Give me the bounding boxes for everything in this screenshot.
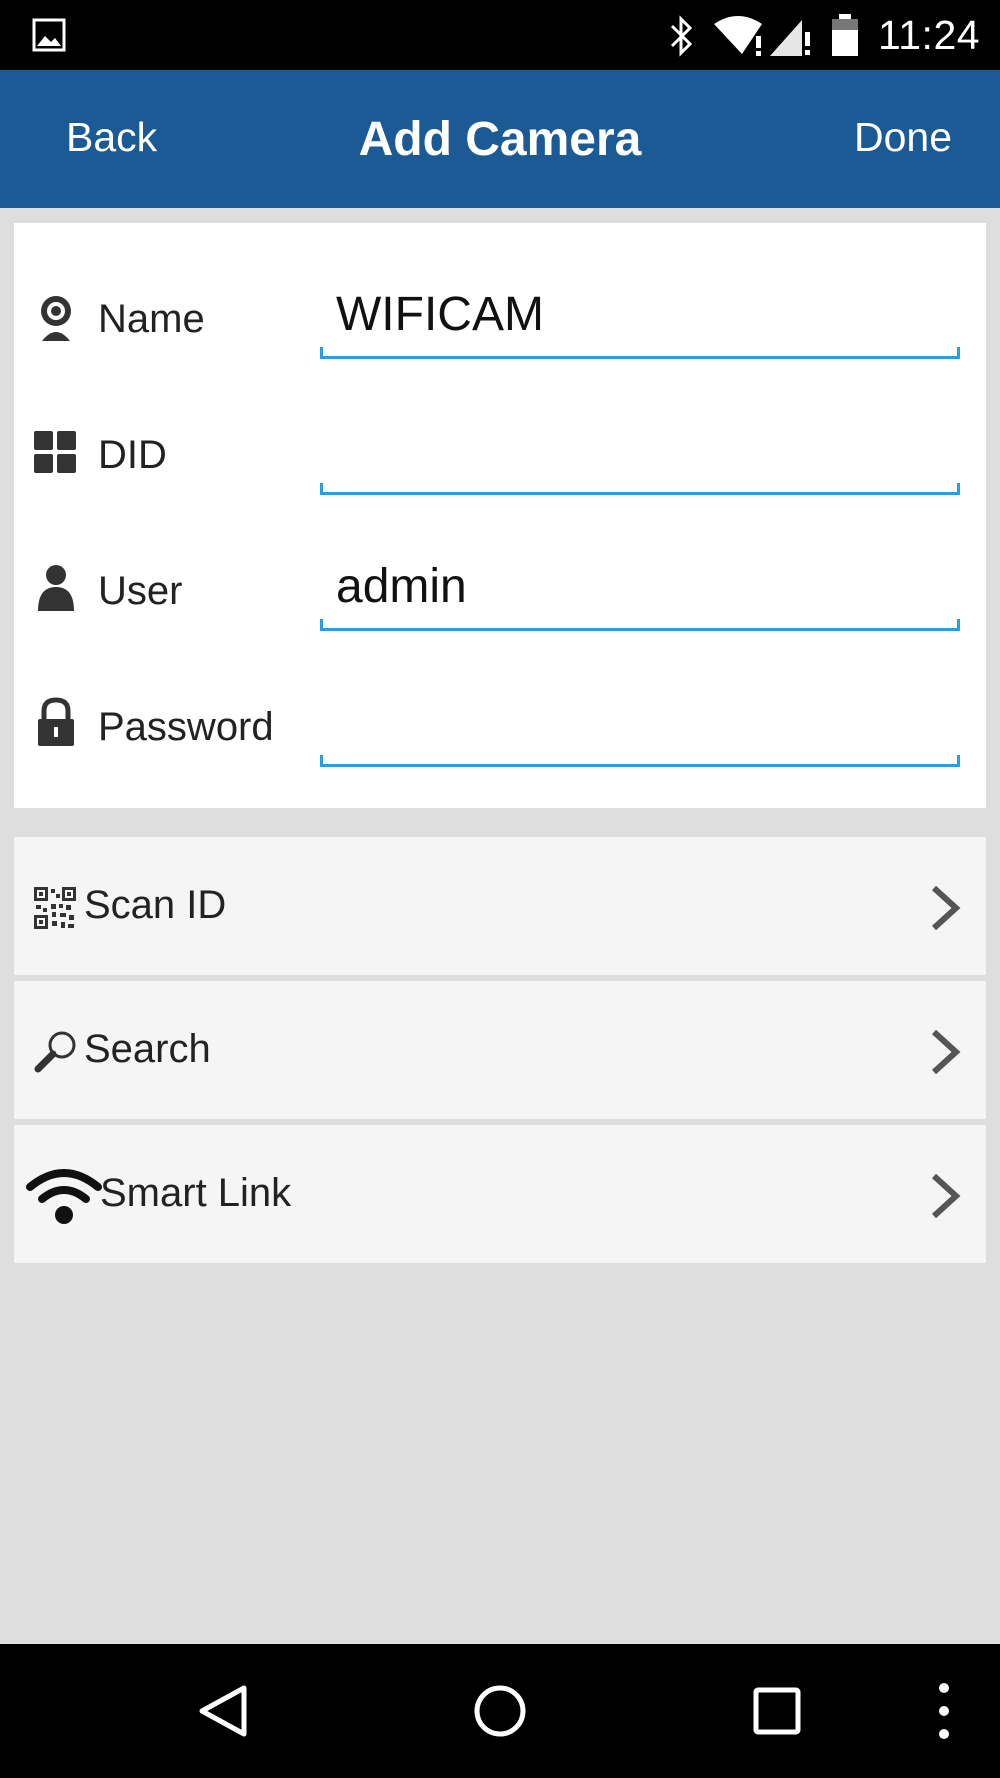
form-row-name: Name WIFICAM [14,223,986,359]
name-field-value: WIFICAM [336,288,544,341]
did-label: DID [98,433,167,477]
qr-code-icon [34,887,76,929]
chevron-right-icon [931,1173,961,1219]
cell-signal-alert-icon [770,20,810,56]
app-header: Back Add Camera Done [0,70,1000,208]
wifi-alert-icon [714,16,762,56]
form-row-user: User admin [14,495,986,631]
scan-id-button[interactable]: Scan ID [14,837,986,975]
gallery-icon [32,18,66,52]
battery-icon [832,14,858,56]
status-bar: 11:24 [0,0,1000,70]
user-field[interactable]: admin [320,559,960,631]
bluetooth-icon [670,15,693,57]
name-field[interactable]: WIFICAM [320,287,960,359]
form-row-did: DID [14,359,986,495]
user-icon [38,565,74,611]
back-triangle-icon[interactable] [192,1680,254,1742]
camera-form: Name WIFICAM DID User admin Password [14,223,986,808]
form-row-password: Password [14,631,986,767]
chevron-right-icon [931,885,961,931]
password-label: Password [98,705,274,749]
page-title: Add Camera [358,113,642,166]
home-circle-icon[interactable] [469,1680,531,1742]
scan-id-label: Scan ID [84,883,227,927]
done-button[interactable]: Done [854,114,952,161]
clock: 11:24 [878,12,981,58]
smart-link-label: Smart Link [100,1171,292,1215]
webcam-icon [41,296,71,341]
user-field-value: admin [336,560,467,613]
recents-square-icon[interactable] [746,1680,808,1742]
search-label: Search [84,1027,211,1071]
lock-icon [38,697,74,746]
wifi-icon [26,1169,102,1224]
magnifier-icon [34,1031,76,1073]
chevron-right-icon [931,1029,961,1075]
grid-icon [34,431,76,473]
search-button[interactable]: Search [14,981,986,1119]
overflow-menu-icon[interactable] [922,1680,966,1742]
did-field[interactable] [320,423,960,495]
system-nav-bar [0,1644,1000,1778]
name-label: Name [98,297,205,341]
smart-link-button[interactable]: Smart Link [14,1125,986,1263]
password-field[interactable] [320,695,960,767]
user-label: User [98,569,183,613]
